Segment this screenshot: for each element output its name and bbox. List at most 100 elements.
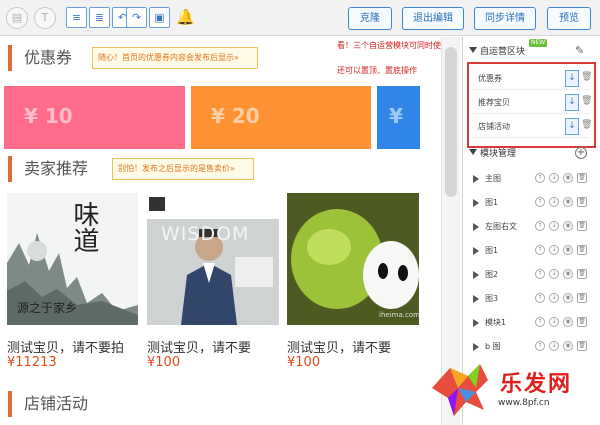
move-down-icon[interactable]: ↓ — [549, 245, 559, 255]
product-image-3[interactable]: iheima.com — [287, 193, 419, 325]
page-canvas: 优惠券 随心！首页的优惠券内容会发布后显示» 看！三个自运营模块可同时使用！ 还… — [0, 37, 462, 425]
coupon-card-3[interactable]: ¥ — [377, 86, 420, 149]
move-down-icon[interactable]: ↓ — [549, 317, 559, 327]
align-left-icon[interactable]: ≡ — [66, 7, 87, 28]
eye-icon[interactable]: ◉ — [563, 221, 573, 231]
pen-icon[interactable]: ✎ — [575, 44, 584, 57]
new-badge: NEW — [529, 39, 548, 47]
save-icon[interactable]: ▣ — [149, 7, 170, 28]
module-section-header[interactable]: 模块管理 — [469, 145, 516, 163]
module-row[interactable]: 模块1 ↑ ↓ ◉ 🗑 — [471, 312, 595, 335]
scrollbar-thumb[interactable] — [445, 47, 457, 197]
module-row[interactable]: 主图 ↑ ↓ ◉ 🗑 — [471, 168, 595, 191]
module-row[interactable]: 图1 ↑ ↓ ◉ 🗑 — [471, 192, 595, 215]
module-row[interactable]: 左图右文 ↑ ↓ ◉ 🗑 — [471, 216, 595, 239]
trash-icon[interactable]: 🗑 — [577, 245, 587, 255]
move-down-icon[interactable]: ↓ — [565, 70, 579, 87]
product-image-1[interactable]: 味道 源之于家乡 — [7, 193, 138, 325]
product-name-1[interactable]: 测试宝贝，请不要拍 — [7, 337, 138, 356]
move-up-icon[interactable]: ↑ — [535, 221, 545, 231]
eye-icon[interactable]: ◉ — [563, 245, 573, 255]
move-down-icon[interactable]: ↓ — [549, 269, 559, 279]
custom-item[interactable]: 优惠券 ↓ 🗑 — [471, 68, 592, 90]
module-label: 图3 — [485, 294, 499, 303]
trash-icon[interactable]: 🗑 — [581, 72, 592, 82]
trash-icon[interactable]: 🗑 — [577, 293, 587, 303]
watermark-url: www.8pf.cn — [498, 398, 550, 408]
move-up-icon[interactable]: ↑ — [535, 245, 545, 255]
move-down-icon[interactable]: ↓ — [549, 341, 559, 351]
module-row[interactable]: 图2 ↑ ↓ ◉ 🗑 — [471, 264, 595, 287]
watermark-brand: 乐发网 — [500, 371, 573, 397]
custom-item[interactable]: 推荐宝贝 ↓ 🗑 — [471, 92, 592, 114]
product-name-2[interactable]: 测试宝贝，请不要 — [147, 337, 279, 356]
eye-icon[interactable]: ◉ — [563, 341, 573, 351]
caret-right-icon — [473, 199, 479, 207]
clone-button[interactable]: 克隆 — [348, 7, 392, 30]
exit-edit-button[interactable]: 退出编辑 — [402, 7, 464, 30]
redo-icon[interactable]: ↷ — [126, 7, 147, 28]
coupon-card-2[interactable]: ¥ 20 — [191, 86, 371, 149]
preview-button[interactable]: 预览 — [547, 7, 591, 30]
move-down-icon[interactable]: ↓ — [565, 118, 579, 135]
overlay-note-1: 看！三个自运营模块可同时使用！ — [337, 41, 457, 50]
coupon-card-1[interactable]: ¥ 10 — [4, 86, 185, 149]
coupon-section-title: 优惠券 — [24, 48, 73, 67]
product-price-3: ¥100 — [287, 355, 321, 370]
trash-icon[interactable]: 🗑 — [581, 120, 592, 130]
module-label: 图1 — [485, 198, 499, 207]
move-down-icon[interactable]: ↓ — [549, 293, 559, 303]
custom-item-label: 推荐宝贝 — [478, 98, 510, 107]
eye-icon[interactable]: ◉ — [563, 269, 573, 279]
move-down-icon[interactable]: ↓ — [549, 197, 559, 207]
layout-icon[interactable]: ▤ — [6, 7, 28, 29]
eye-icon[interactable]: ◉ — [563, 293, 573, 303]
move-down-icon[interactable]: ↓ — [565, 94, 579, 111]
trash-icon[interactable]: 🗑 — [581, 96, 592, 106]
sync-detail-button[interactable]: 同步详情 — [474, 7, 536, 30]
trash-icon[interactable]: 🗑 — [577, 221, 587, 231]
recommend-hint: 别怕！发布之后显示的是售卖价» — [112, 158, 254, 180]
caret-down-icon — [469, 149, 477, 155]
activity-section-header: 店铺活动 — [0, 387, 420, 421]
text-icon[interactable]: T — [34, 7, 56, 29]
site-watermark: 乐发网 www.8pf.cn — [428, 356, 600, 425]
caret-right-icon — [473, 223, 479, 231]
trash-icon[interactable]: 🗑 — [577, 317, 587, 327]
module-row[interactable]: 图1 ↑ ↓ ◉ 🗑 — [471, 240, 595, 263]
trash-icon[interactable]: 🗑 — [577, 341, 587, 351]
product-image-caption: iheima.com — [379, 311, 419, 319]
editor-screen: ▤ T ≡ ≣ ↶ ↷ ▣ 🔔 克隆 退出编辑 同步详情 预览 优惠券 随心！首… — [0, 0, 600, 425]
move-up-icon[interactable]: ↑ — [535, 341, 545, 351]
move-down-icon[interactable]: ↓ — [549, 173, 559, 183]
move-up-icon[interactable]: ↑ — [535, 197, 545, 207]
custom-section-title: 自运营区块 — [480, 47, 526, 57]
bell-icon[interactable]: 🔔 — [176, 8, 195, 26]
move-down-icon[interactable]: ↓ — [549, 221, 559, 231]
move-up-icon[interactable]: ↑ — [535, 269, 545, 279]
product-image-title: 味道 — [69, 201, 99, 253]
product-image-2[interactable]: WISDOM — [147, 193, 279, 325]
trash-icon[interactable]: 🗑 — [577, 173, 587, 183]
module-section-title: 模块管理 — [480, 149, 517, 159]
align-right-icon[interactable]: ≣ — [89, 7, 110, 28]
move-up-icon[interactable]: ↑ — [535, 173, 545, 183]
trash-icon[interactable]: 🗑 — [577, 197, 587, 207]
caret-right-icon — [473, 319, 479, 327]
custom-section-header[interactable]: 自运营区块 — [469, 43, 525, 61]
move-up-icon[interactable]: ↑ — [535, 293, 545, 303]
coupon-value: ¥ 10 — [24, 104, 73, 128]
module-label: 左图右文 — [485, 222, 517, 231]
add-module-icon[interactable]: + — [575, 147, 587, 159]
eye-icon[interactable]: ◉ — [563, 197, 573, 207]
move-up-icon[interactable]: ↑ — [535, 317, 545, 327]
custom-item[interactable]: 店铺活动 ↓ 🗑 — [471, 116, 592, 138]
eye-icon[interactable]: ◉ — [563, 317, 573, 327]
trash-icon[interactable]: 🗑 — [577, 269, 587, 279]
product-name-3[interactable]: 测试宝贝，请不要 — [287, 337, 419, 356]
eye-icon[interactable]: ◉ — [563, 173, 573, 183]
caret-down-icon — [469, 47, 477, 53]
coupon-value: ¥ 20 — [211, 104, 260, 128]
custom-item-label: 店铺活动 — [478, 122, 510, 131]
module-row[interactable]: 图3 ↑ ↓ ◉ 🗑 — [471, 288, 595, 311]
